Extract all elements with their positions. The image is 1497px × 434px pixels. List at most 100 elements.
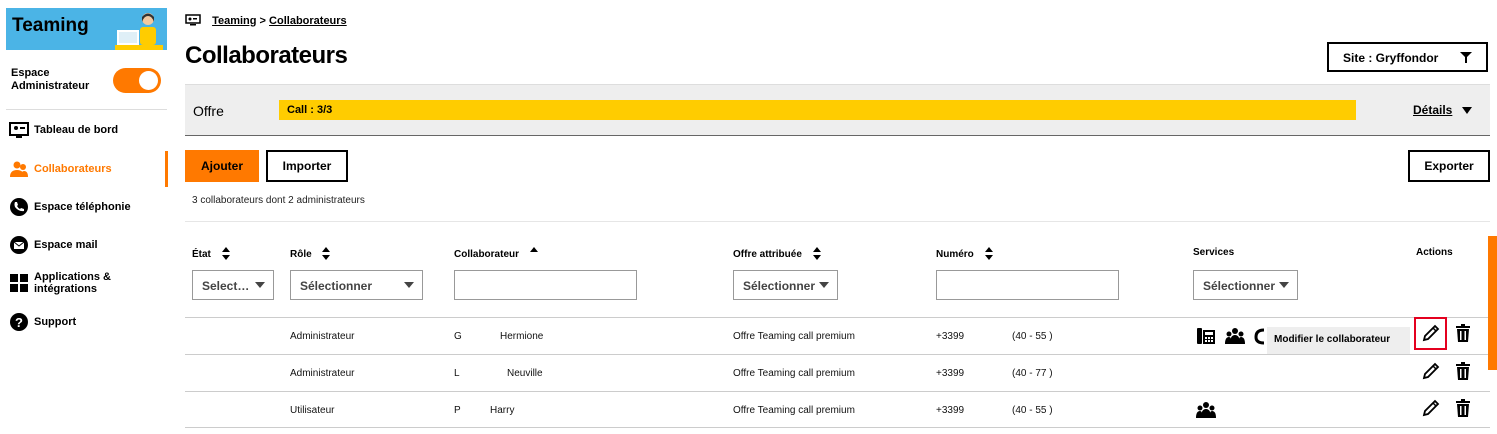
admin-space-row: Espace Administrateur	[6, 50, 167, 110]
sidebar-item-label: Collaborateurs	[34, 163, 112, 175]
main-content: Teaming > Collaborateurs Collaborateurs …	[185, 0, 1490, 434]
column-header-state[interactable]: État	[192, 247, 230, 260]
sidebar-item-dashboard[interactable]: Tableau de bord	[6, 112, 168, 148]
breadcrumb: Teaming > Collaborateurs	[185, 14, 347, 30]
column-header-label: État	[192, 249, 211, 260]
column-header-number[interactable]: Numéro	[936, 247, 993, 260]
offer-filter-select[interactable]: Sélectionner	[733, 270, 838, 300]
brand-banner: Teaming	[6, 8, 167, 50]
collaborator-name: Harry	[490, 405, 515, 416]
filter-value: Sélectionner	[300, 279, 373, 293]
role-cell: Administrateur	[290, 331, 355, 342]
feedback-side-tab[interactable]	[1488, 236, 1497, 370]
sidebar-item-label: Support	[34, 316, 77, 328]
import-button[interactable]: Importer	[266, 150, 348, 182]
edit-pencil-icon[interactable]	[1421, 361, 1441, 381]
collaborator-name: Hermione	[500, 331, 544, 342]
collaborator-initial: L	[454, 368, 460, 379]
toggle-knob	[139, 71, 158, 90]
collaborator-count: 3 collaborateurs dont 2 administrateurs	[192, 195, 365, 206]
sidebar: Teaming Espace Administrateur Tableau de…	[0, 0, 168, 434]
chevron-down-icon	[255, 282, 265, 288]
site-filter-button[interactable]: Site : Gryffondor	[1327, 42, 1488, 72]
breadcrumb-current-link[interactable]: Collaborateurs	[269, 15, 347, 27]
sidebar-item-mail[interactable]: Espace mail	[6, 227, 168, 263]
offer-cell: Offre Teaming call premium	[733, 368, 855, 379]
details-toggle-link[interactable]: Détails	[1413, 103, 1452, 117]
edit-tooltip: Modifier le collaborateur	[1267, 327, 1410, 354]
role-filter-select[interactable]: Sélectionner	[290, 270, 423, 300]
column-header-label: Numéro	[936, 249, 974, 260]
offer-usage-text: Call : 3/3	[287, 104, 333, 116]
chevron-down-icon	[819, 282, 829, 288]
services-filter-select[interactable]: Sélectionner	[1193, 270, 1298, 300]
sort-icon	[221, 247, 230, 260]
role-cell: Administrateur	[290, 368, 355, 379]
filter-icon	[1460, 52, 1472, 63]
chevron-down-icon	[1279, 282, 1289, 288]
filter-value: Sélectionner	[743, 279, 816, 293]
collaborator-initial: P	[454, 405, 461, 416]
page-title: Collaborateurs	[185, 42, 348, 69]
sidebar-item-support[interactable]: ? Support	[6, 304, 168, 340]
admin-space-toggle[interactable]	[113, 68, 161, 93]
sort-ascending-icon	[529, 247, 538, 252]
column-header-collaborator[interactable]: Collaborateur	[454, 247, 538, 260]
divider	[185, 221, 1490, 222]
column-header-label: Rôle	[290, 249, 312, 260]
collaborator-search-input[interactable]	[454, 270, 637, 300]
number-cell: +3399	[936, 368, 965, 379]
apps-grid-icon	[10, 274, 28, 292]
chevron-down-icon[interactable]	[1462, 107, 1472, 114]
users-icon	[10, 161, 28, 177]
table-row: Utilisateur P Harry Offre Teaming call p…	[185, 391, 1490, 428]
breadcrumb-home-link[interactable]: Teaming	[212, 15, 256, 27]
group-icon	[1225, 328, 1245, 344]
offer-label: Offre	[193, 103, 224, 119]
filter-value: Select…	[202, 279, 250, 293]
add-collaborator-button[interactable]: Ajouter	[185, 150, 259, 182]
number-search-input[interactable]	[936, 270, 1119, 300]
column-header-services: Services	[1193, 247, 1235, 258]
dashboard-icon	[185, 14, 201, 26]
trash-icon[interactable]	[1453, 323, 1473, 343]
group-icon	[1196, 402, 1216, 418]
offer-cell: Offre Teaming call premium	[733, 331, 855, 342]
edit-button-highlight	[1414, 317, 1447, 350]
brand-illustration-icon	[115, 13, 163, 50]
extension-cell: (40 - 77 )	[1012, 368, 1053, 379]
sidebar-item-label: Applications & intégrations	[34, 271, 112, 295]
breadcrumb-separator: >	[259, 15, 266, 27]
column-header-role[interactable]: Rôle	[290, 247, 331, 260]
sidebar-item-collaborators[interactable]: Collaborateurs	[6, 151, 168, 187]
sidebar-item-label: Espace mail	[34, 239, 98, 251]
column-header-label: Offre attribuée	[733, 249, 802, 260]
dashboard-icon	[9, 122, 29, 138]
sidebar-item-label: Tableau de bord	[34, 124, 119, 136]
trash-icon[interactable]	[1453, 361, 1473, 381]
table-row: Administrateur L Neuville Offre Teaming …	[185, 354, 1490, 391]
desk-phone-icon	[1197, 328, 1215, 344]
extension-cell: (40 - 55 )	[1012, 331, 1053, 342]
chevron-down-icon	[404, 282, 414, 288]
edit-pencil-icon[interactable]	[1421, 398, 1441, 418]
site-filter-label: Site : Gryffondor	[1343, 51, 1439, 65]
offer-usage-bar: Call : 3/3	[279, 100, 1356, 120]
sidebar-item-label: Espace téléphonie	[34, 201, 131, 213]
role-cell: Utilisateur	[290, 405, 335, 416]
sidebar-item-telephony[interactable]: Espace téléphonie	[6, 189, 168, 225]
export-button[interactable]: Exporter	[1408, 150, 1490, 182]
column-header-offer[interactable]: Offre attribuée	[733, 247, 821, 260]
number-cell: +3399	[936, 405, 965, 416]
offer-cell: Offre Teaming call premium	[733, 405, 855, 416]
offer-bar: Offre Call : 3/3 Détails	[185, 84, 1490, 136]
svg-text:?: ?	[15, 315, 23, 330]
state-filter-select[interactable]: Select…	[192, 270, 274, 300]
brand-title: Teaming	[12, 15, 89, 36]
column-header-actions: Actions	[1416, 247, 1453, 258]
column-header-label: Collaborateur	[454, 249, 520, 260]
trash-icon[interactable]	[1453, 398, 1473, 418]
number-cell: +3399	[936, 331, 965, 342]
sidebar-item-apps[interactable]: Applications & intégrations	[6, 265, 168, 301]
sort-icon	[322, 247, 331, 260]
